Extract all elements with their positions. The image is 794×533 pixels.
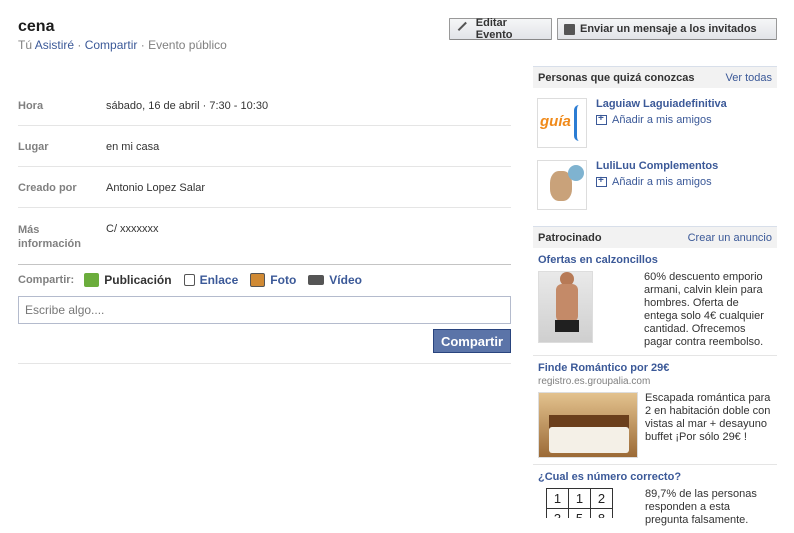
- attend-link[interactable]: Asistiré: [35, 38, 74, 52]
- ad-body: 60% descuento emporio armani, calvin kle…: [538, 271, 772, 349]
- add-friend-label: Añadir a mis amigos: [612, 176, 712, 188]
- add-friend-link[interactable]: Añadir a mis amigos: [596, 175, 712, 188]
- add-friend-icon: [596, 175, 607, 187]
- composer-label: Compartir:: [18, 274, 75, 286]
- message-guests-button[interactable]: Enviar un mensaje a los invitados: [557, 18, 777, 40]
- ad-text: 89,7% de las personas responden a esta p…: [645, 488, 757, 526]
- suggestion-item: LuliLuu Complementos Añadir a mis amigos: [533, 156, 777, 212]
- event-visibility: Evento público: [148, 38, 227, 52]
- suggestion-name[interactable]: LuliLuu Complementos: [596, 160, 718, 172]
- message-guests-label: Enviar un mensaje a los invitados: [580, 23, 757, 35]
- ad-text: Escapada romántica para 2 en habitación …: [645, 392, 771, 443]
- grid-cell: 8: [590, 508, 613, 518]
- ad-text: 60% descuento emporio armani, calvin kle…: [644, 271, 764, 348]
- composer-tabs: Compartir: Publicación Enlace Foto Vídeo: [18, 272, 511, 288]
- ad-title[interactable]: Ofertas en calzoncillos: [538, 254, 772, 266]
- more-info-value: C/ xxxxxxx: [106, 223, 159, 235]
- right-sidebar: Personas que quizá conozcas Ver todas gu…: [533, 66, 777, 533]
- tab-video[interactable]: Vídeo: [308, 273, 362, 287]
- detail-row-location: Lugar en mi casa: [18, 126, 511, 167]
- sponsored-header: Patrocinado Crear un anuncio: [533, 226, 777, 248]
- more-info-label-line1: Más: [18, 224, 40, 236]
- number-grid: 1 1 2 3 5 8: [546, 488, 613, 518]
- location-value: en mi casa: [106, 141, 160, 153]
- grid-cell: 5: [568, 508, 591, 518]
- ad-image[interactable]: 1 1 2 3 5 8: [546, 488, 622, 518]
- share-link[interactable]: Compartir: [85, 38, 138, 52]
- more-info-label: Más información: [18, 223, 106, 264]
- people-header-title: Personas que quizá conozcas: [538, 71, 695, 84]
- avatar[interactable]: [537, 160, 587, 210]
- detail-row-time: Hora sábado, 16 de abril · 7:30 - 10:30: [18, 85, 511, 126]
- location-label: Lugar: [18, 141, 49, 153]
- creator-link[interactable]: Antonio Lopez Salar: [106, 182, 205, 207]
- share-submit-button[interactable]: Compartir: [433, 329, 511, 353]
- tab-foto[interactable]: Foto: [250, 273, 296, 287]
- rsvp-prefix: Tú: [18, 38, 33, 52]
- avatar[interactable]: guía: [537, 98, 587, 148]
- edit-event-label: Editar Evento: [475, 17, 513, 41]
- separator: ·: [77, 38, 82, 52]
- grid-cell: 1: [568, 488, 591, 509]
- sponsored-title: Patrocinado: [538, 231, 602, 244]
- tab-publicacion[interactable]: Publicación: [84, 273, 172, 287]
- ad-body: Escapada romántica para 2 en habitación …: [538, 392, 772, 458]
- event-subtitle: Tú Asistiré · Compartir · Evento público: [18, 38, 227, 52]
- time-label: Hora: [18, 100, 44, 112]
- share-composer: Compartir: Publicación Enlace Foto Vídeo…: [18, 272, 511, 364]
- ad-title[interactable]: ¿Cual es número correcto?: [538, 471, 772, 483]
- ad-domain: registro.es.groupalia.com: [538, 376, 651, 387]
- detail-row-creator: Creado por Antonio Lopez Salar: [18, 167, 511, 208]
- ad-item[interactable]: Ofertas en calzoncillos 60% descuento em…: [533, 248, 777, 356]
- message-icon: [564, 23, 575, 35]
- add-friend-icon: [596, 113, 607, 125]
- ad-image[interactable]: [538, 392, 638, 458]
- status-icon: [84, 273, 100, 287]
- tab-publicacion-label: Publicación: [104, 273, 172, 287]
- underwear: [555, 320, 579, 332]
- status-input[interactable]: Escribe algo....: [18, 296, 511, 324]
- video-camera-icon: [308, 275, 325, 285]
- grid-cell: 3: [546, 508, 569, 518]
- event-title: cena: [18, 18, 55, 35]
- avatar-shape: [568, 165, 584, 181]
- tab-video-label: Vídeo: [329, 273, 362, 287]
- grid-cell: 2: [590, 488, 613, 509]
- logo-text: guía: [540, 113, 571, 130]
- tab-enlace[interactable]: Enlace: [183, 273, 239, 287]
- see-all-link[interactable]: Ver todas: [726, 72, 772, 84]
- logo-swoosh: [574, 105, 584, 141]
- grid-cell: 1: [546, 488, 569, 509]
- add-friend-link[interactable]: Añadir a mis amigos: [596, 113, 712, 126]
- people-you-may-know-header: Personas que quizá conozcas Ver todas: [533, 66, 777, 88]
- ad-body: 1 1 2 3 5 8 89,7% de las personas respon…: [538, 488, 772, 527]
- add-friend-label: Añadir a mis amigos: [612, 114, 712, 126]
- edit-event-button[interactable]: Editar Evento: [449, 17, 552, 41]
- ad-item[interactable]: ¿Cual es número correcto? 1 1 2 3 5 8 89…: [533, 465, 777, 533]
- separator: ·: [140, 38, 145, 52]
- ad-item[interactable]: Finde Romántico por 29€ registro.es.grou…: [533, 356, 777, 465]
- link-icon: [183, 274, 195, 286]
- detail-row-more-info: Más información C/ xxxxxxx: [18, 208, 511, 265]
- creator-label: Creado por: [18, 182, 77, 194]
- model-torso: [556, 284, 578, 322]
- more-info-label-line2: información: [18, 238, 81, 250]
- tab-foto-label: Foto: [270, 273, 297, 287]
- pencil-icon: [457, 21, 474, 37]
- ad-image[interactable]: [538, 271, 593, 343]
- tab-enlace-label: Enlace: [199, 273, 239, 287]
- bed: [549, 427, 629, 453]
- time-value: sábado, 16 de abril · 7:30 - 10:30: [106, 100, 269, 112]
- ad-title[interactable]: Finde Romántico por 29€: [538, 362, 772, 374]
- divider: [18, 363, 511, 364]
- create-ad-link[interactable]: Crear un anuncio: [688, 232, 772, 244]
- suggestion-name[interactable]: Laguiaw Laguiadefinitiva: [596, 98, 727, 110]
- suggestion-item: guía Laguiaw Laguiadefinitiva Añadir a m…: [533, 94, 777, 150]
- event-details: Hora sábado, 16 de abril · 7:30 - 10:30 …: [18, 85, 511, 265]
- photo-icon: [250, 273, 266, 287]
